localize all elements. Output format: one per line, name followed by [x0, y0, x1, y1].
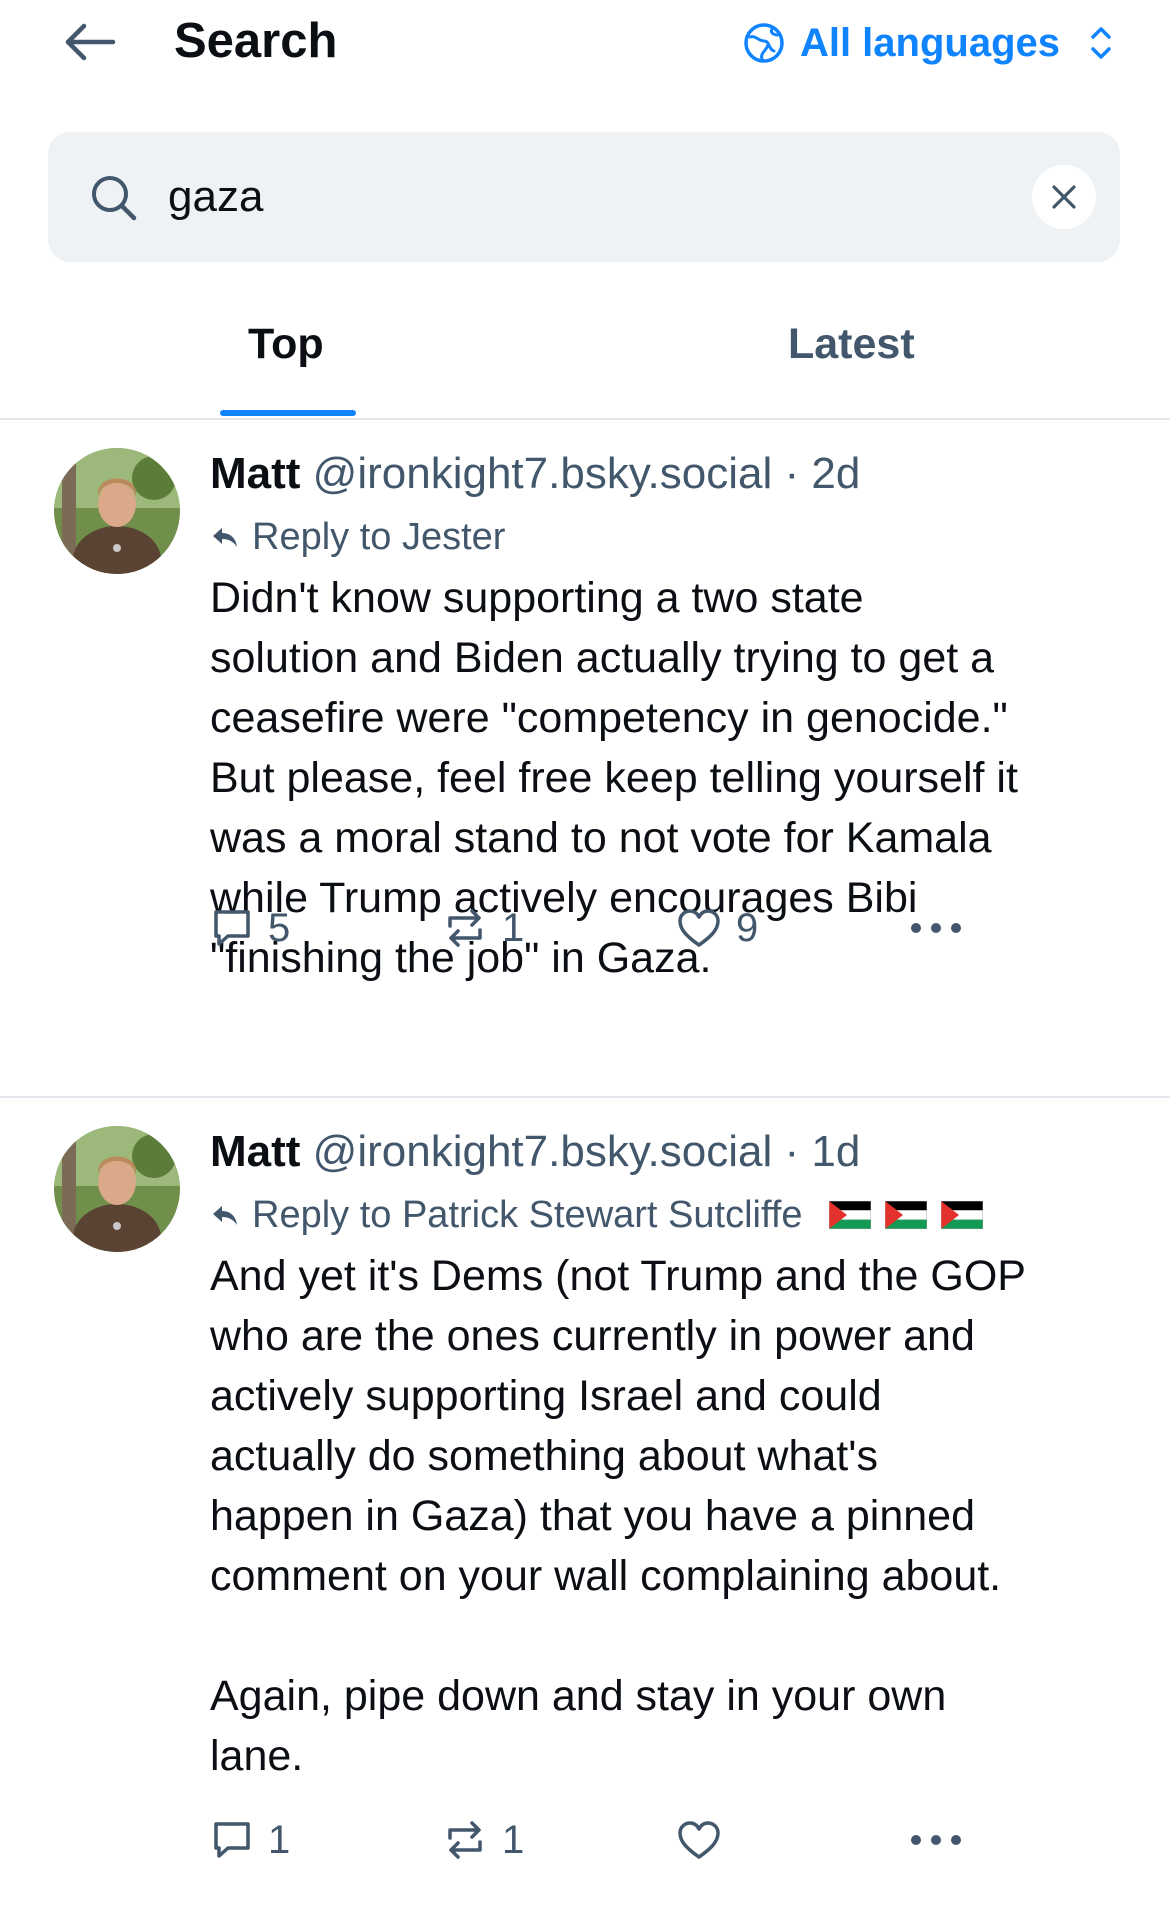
reply-to-link[interactable]: Reply to Patrick Stewart Sutcliffe [210, 1190, 983, 1240]
like-button[interactable] [676, 1810, 736, 1870]
heart-icon [678, 909, 720, 947]
separator: · [784, 449, 800, 498]
language-selector[interactable]: All languages [742, 14, 1116, 72]
reply-to-link[interactable]: Reply to Jester [210, 512, 505, 562]
repost-button[interactable]: 1 [442, 898, 524, 958]
author-name[interactable]: Matt [210, 449, 300, 498]
post-item[interactable]: Matt @ironkight7.bsky.social · 2d Reply … [0, 420, 1170, 1098]
more-options-button[interactable] [908, 1810, 964, 1870]
tab-top[interactable]: Top [248, 320, 324, 369]
search-input[interactable] [168, 162, 968, 232]
globe-icon [742, 21, 786, 65]
reply-to-label: Reply to Jester [252, 516, 506, 558]
search-bar [48, 132, 1120, 262]
clear-search-button[interactable] [1032, 165, 1096, 229]
reply-button[interactable]: 5 [210, 898, 290, 958]
post-header: Matt @ironkight7.bsky.social · 1d [210, 1124, 860, 1180]
page-title: Search [174, 14, 338, 68]
repost-icon [448, 1821, 482, 1859]
post-actions: 1 1 [210, 1810, 990, 1870]
reply-count: 1 [268, 1817, 291, 1862]
search-icon [88, 172, 140, 224]
post-item[interactable]: Matt @ironkight7.bsky.social · 1d Reply … [0, 1098, 1170, 1931]
chevron-up-down-icon [1086, 23, 1116, 63]
ellipsis-icon [911, 1835, 961, 1845]
reply-button[interactable]: 1 [210, 1810, 290, 1870]
tab-latest[interactable]: Latest [788, 320, 915, 369]
like-button[interactable]: 9 [676, 898, 758, 958]
reply-arrow-icon [210, 522, 240, 552]
palestine-flag-icon [940, 1201, 983, 1229]
post-header: Matt @ironkight7.bsky.social · 2d [210, 446, 860, 502]
ellipsis-icon [911, 923, 961, 933]
avatar[interactable] [54, 1126, 180, 1252]
flag-emojis [828, 1201, 983, 1229]
author-handle[interactable]: @ironkight7.bsky.social [313, 449, 773, 498]
back-button[interactable] [58, 14, 122, 70]
reply-to-label: Reply to Patrick Stewart Sutcliffe [252, 1194, 803, 1236]
author-handle[interactable]: @ironkight7.bsky.social [313, 1127, 773, 1176]
repost-icon [448, 909, 482, 947]
reply-arrow-icon [210, 1200, 240, 1230]
speech-bubble-icon [214, 910, 250, 946]
arrow-left-icon [65, 23, 116, 61]
author-name[interactable]: Matt [210, 1127, 300, 1176]
heart-icon [678, 1821, 720, 1859]
active-tab-indicator [220, 410, 356, 416]
post-actions: 5 1 9 [210, 898, 990, 958]
search-tabs: Top Latest [0, 300, 1170, 420]
post-text: And yet it's Dems (not Trump and the GOP… [210, 1252, 1026, 1780]
palestine-flag-icon [828, 1201, 871, 1229]
top-bar: Search All languages [0, 0, 1170, 90]
more-options-button[interactable] [908, 898, 964, 958]
language-label: All languages [799, 20, 1060, 65]
repost-count: 1 [502, 905, 525, 950]
speech-bubble-icon [214, 1822, 250, 1858]
reply-count: 5 [268, 905, 291, 950]
repost-button[interactable]: 1 [442, 1810, 524, 1870]
post-time[interactable]: 2d [811, 449, 860, 498]
repost-count: 1 [502, 1817, 525, 1862]
separator: · [784, 1127, 800, 1176]
post-time[interactable]: 1d [811, 1127, 860, 1176]
avatar[interactable] [54, 448, 180, 574]
like-count: 9 [736, 905, 759, 950]
palestine-flag-icon [884, 1201, 927, 1229]
close-icon [1052, 185, 1076, 209]
